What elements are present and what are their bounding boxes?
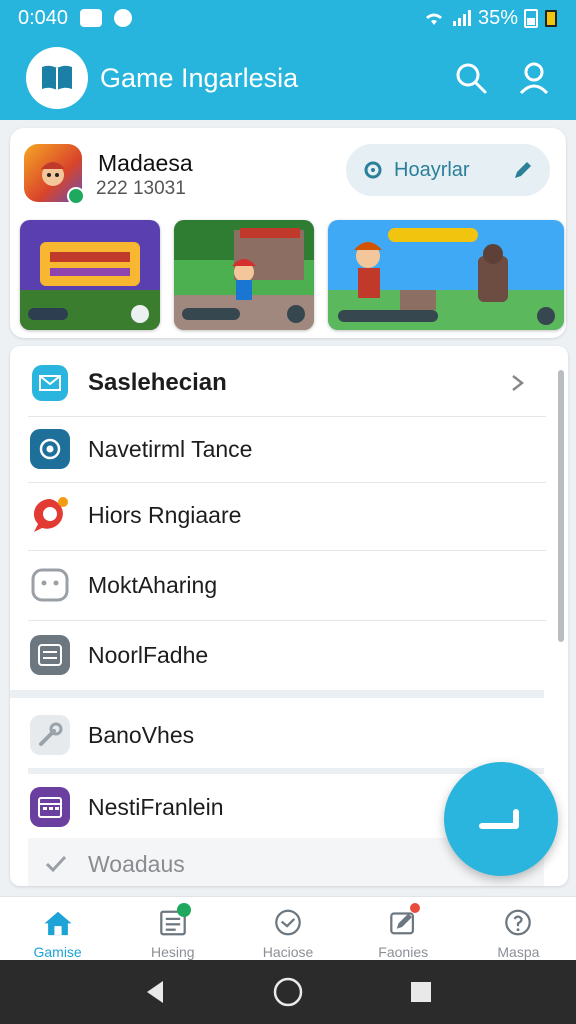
image-notification-icon [80, 9, 103, 27]
list-item-label: Woadaus [88, 850, 185, 877]
list-item[interactable]: NoorlFadhe [10, 622, 550, 688]
divider [28, 620, 546, 621]
recents-square-icon[interactable] [409, 980, 433, 1004]
nav-item-label: Haciose [262, 944, 314, 960]
profile-name: Madaesa [98, 150, 193, 176]
divider [28, 550, 546, 551]
list-item[interactable]: Hiors Rngiaare [10, 482, 550, 548]
profile-icon[interactable] [518, 61, 550, 95]
edit-icon [390, 912, 415, 935]
profile-avatar[interactable] [24, 144, 85, 205]
game-banners [20, 220, 566, 330]
battery-percent: 35% [477, 6, 518, 29]
nav-item-info[interactable]: Maspa [461, 897, 576, 960]
system-navigation-bar [0, 960, 576, 1024]
floating-action-button[interactable] [444, 762, 558, 876]
calendar-icon [30, 787, 70, 827]
sim-icon [545, 10, 557, 27]
chat-bubble-icon [30, 495, 70, 535]
home-icon [44, 911, 72, 936]
check-icon [36, 844, 76, 884]
app-bar: Game Ingarlesia [0, 36, 576, 120]
nav-item-clock[interactable]: Haciose [230, 897, 345, 960]
bottom-navigation: Gamise Hesing Haciose Faonies Maspa [0, 896, 576, 960]
profile-action-label: Hoayrlar [394, 158, 470, 181]
app-logo[interactable] [26, 47, 88, 109]
nav-item-label: Faonies [378, 944, 429, 960]
list-item-label: NoorlFadhe [88, 641, 209, 668]
return-arrow-icon [479, 809, 519, 829]
profile-card: Madaesa 222 13031 Hoayrlar [10, 128, 566, 338]
game-character-icon [41, 162, 65, 186]
list-item-label: NestiFranlein [88, 793, 224, 820]
nav-item-label: Hesing [151, 944, 195, 960]
list-item[interactable]: MoktAharing [10, 552, 550, 618]
status-bar: 0:040 35% [0, 0, 576, 36]
document-icon [30, 635, 70, 675]
list-item[interactable]: BanoVhes [10, 702, 550, 768]
list-item-label: Navetirml Tance [88, 435, 253, 462]
nav-item-edit[interactable]: Faonies [346, 897, 461, 960]
section-divider [10, 690, 544, 698]
nav-item-label: Maspa [497, 944, 540, 960]
game-banner-3[interactable] [328, 220, 564, 330]
list-item-label: BanoVhes [88, 721, 195, 748]
app-title: Game Ingarlesia [100, 62, 299, 93]
book-icon [42, 65, 72, 90]
game-banner-1[interactable] [20, 220, 160, 330]
signal-icon [452, 10, 471, 26]
list-header-label: Saslehecian [88, 369, 227, 396]
profile-id: 222 13031 [96, 178, 186, 199]
status-time: 0:040 [18, 6, 69, 29]
cat-notification-icon [114, 9, 133, 27]
notification-badge [409, 903, 420, 913]
camera-icon [30, 429, 70, 469]
back-triangle-icon[interactable] [143, 979, 167, 1005]
list-scrollbar[interactable] [558, 370, 564, 642]
settings-gear-icon [364, 161, 382, 179]
online-status-badge [67, 187, 85, 205]
wrench-icon [30, 715, 70, 755]
chevron-right-icon [512, 375, 525, 391]
profile-action-button[interactable]: Hoayrlar [346, 144, 550, 196]
search-icon[interactable] [454, 61, 488, 95]
envelope-icon [32, 365, 68, 401]
game-banner-2[interactable] [174, 220, 314, 330]
info-icon [505, 909, 532, 936]
nav-item-label: Gamise [33, 944, 82, 960]
list-header-row[interactable]: Saslehecian [10, 350, 550, 416]
notification-badge [177, 903, 192, 917]
robot-face-icon [30, 565, 70, 605]
nav-item-home[interactable]: Gamise [0, 897, 115, 960]
list-item[interactable]: Navetirml Tance [10, 416, 550, 482]
list-item-label: MoktAharing [88, 571, 218, 598]
nav-item-list[interactable]: Hesing [115, 897, 230, 960]
battery-icon [524, 9, 538, 28]
home-circle-icon[interactable] [272, 976, 304, 1008]
wifi-icon [425, 13, 442, 25]
list-item-label: Hiors Rngiaare [88, 501, 242, 528]
clock-icon [275, 909, 301, 936]
edit-pencil-icon [515, 162, 531, 178]
